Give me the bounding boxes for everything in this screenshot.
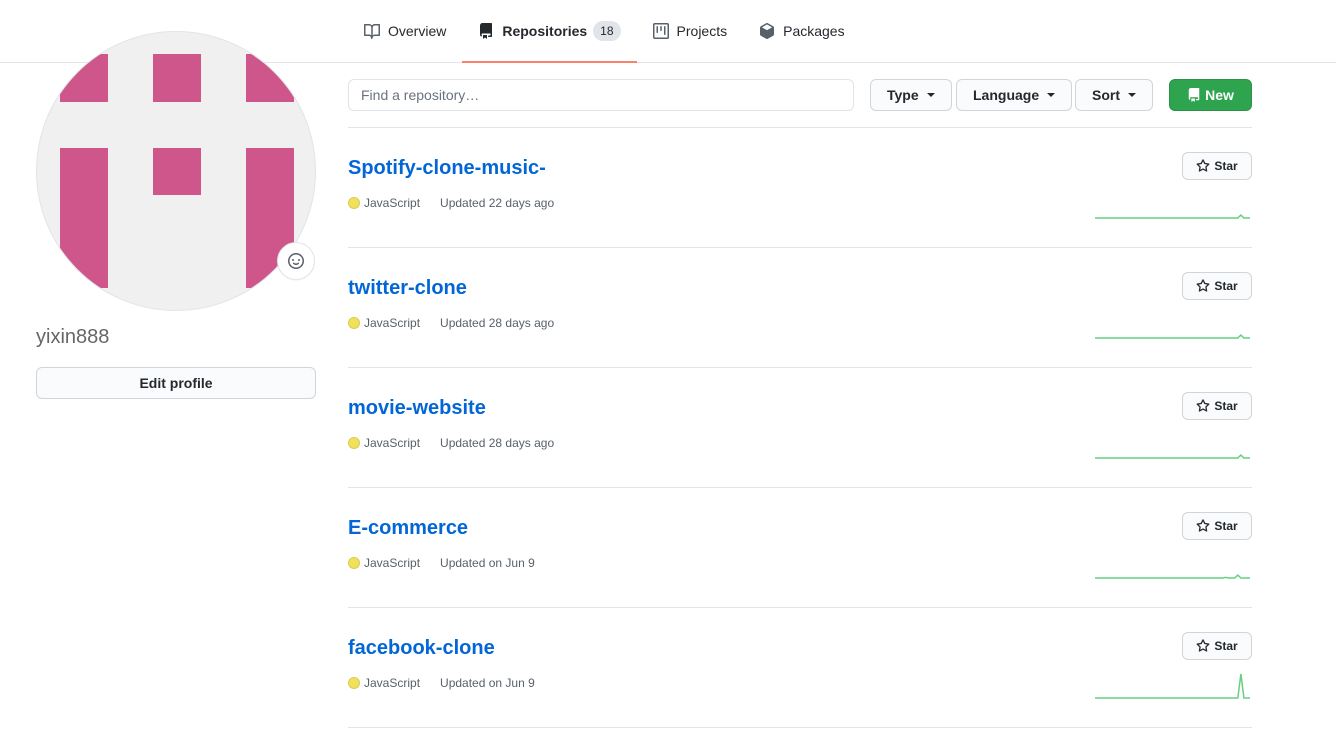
- repository-updated: Updated on Jun 9: [440, 556, 535, 570]
- tab-repositories-label: Repositories: [502, 23, 588, 39]
- find-repository-input[interactable]: [348, 79, 854, 111]
- language-color-dot: [348, 197, 360, 209]
- type-filter-label: Type: [887, 87, 919, 103]
- repository-name-link[interactable]: Spotify-clone-music-: [348, 157, 546, 180]
- repository-name-link[interactable]: movie-website: [348, 397, 486, 420]
- sparkline-path: [1095, 573, 1250, 579]
- repository-filter-bar: Type Language Sort New: [348, 79, 1252, 111]
- sparkline-path: [1095, 213, 1250, 219]
- star-label: Star: [1214, 399, 1238, 413]
- list-item: Spotify-clone-music- JavaScript Updated …: [348, 128, 1252, 248]
- repository-language: JavaScript: [364, 436, 421, 450]
- profile-avatar-container: [36, 31, 316, 311]
- repository-meta: JavaScript Updated on Jun 9: [348, 556, 535, 570]
- repo-icon: [1188, 88, 1200, 102]
- activity-sparkline: [1095, 213, 1250, 219]
- star-label: Star: [1214, 279, 1238, 293]
- activity-sparkline: [1095, 333, 1250, 339]
- smiley-icon: [288, 253, 304, 269]
- project-icon: [652, 23, 669, 39]
- sparkline-path: [1095, 673, 1250, 699]
- star-label: Star: [1214, 159, 1238, 173]
- tab-projects[interactable]: Projects: [637, 0, 744, 62]
- edit-profile-button[interactable]: Edit profile: [36, 367, 316, 399]
- tab-list: Overview Repositories 18 Projects Packag…: [348, 0, 861, 63]
- activity-sparkline: [1095, 673, 1250, 699]
- star-label: Star: [1214, 639, 1238, 653]
- identicon-block: [153, 148, 201, 195]
- repository-name-link[interactable]: facebook-clone: [348, 637, 495, 660]
- repository-updated: Updated 28 days ago: [440, 316, 555, 330]
- list-item: twitter-clone JavaScript Updated 28 days…: [348, 248, 1252, 368]
- star-button[interactable]: Star: [1182, 632, 1252, 660]
- identicon-block: [60, 148, 108, 288]
- star-button[interactable]: Star: [1182, 512, 1252, 540]
- tab-projects-label: Projects: [676, 23, 728, 39]
- star-icon: [1196, 639, 1210, 652]
- caret-down-icon: [1047, 93, 1056, 97]
- list-item: E-commerce JavaScript Updated on Jun 9 S…: [348, 488, 1252, 608]
- repository-count-badge: 18: [593, 21, 621, 41]
- language-color-dot: [348, 437, 360, 449]
- list-item: movie-website JavaScript Updated 28 days…: [348, 368, 1252, 488]
- repository-meta: JavaScript Updated 22 days ago: [348, 196, 554, 210]
- new-repository-button[interactable]: New: [1169, 79, 1252, 111]
- list-item: facebook-clone JavaScript Updated on Jun…: [348, 608, 1252, 728]
- book-icon: [364, 23, 380, 39]
- activity-sparkline: [1095, 453, 1250, 459]
- star-icon: [1196, 399, 1210, 412]
- tab-repositories[interactable]: Repositories 18: [462, 0, 637, 63]
- star-button[interactable]: Star: [1182, 392, 1252, 420]
- repository-list: Spotify-clone-music- JavaScript Updated …: [348, 127, 1252, 728]
- activity-sparkline: [1095, 573, 1250, 579]
- package-icon: [760, 23, 775, 39]
- star-label: Star: [1214, 519, 1238, 533]
- new-button-label: New: [1205, 87, 1234, 103]
- star-button[interactable]: Star: [1182, 152, 1252, 180]
- language-filter-label: Language: [973, 87, 1040, 103]
- language-filter-dropdown[interactable]: Language: [956, 79, 1073, 111]
- type-filter-dropdown[interactable]: Type: [870, 79, 952, 111]
- star-icon: [1196, 519, 1210, 532]
- identicon-block: [153, 54, 201, 102]
- repository-updated: Updated 22 days ago: [440, 196, 555, 210]
- repository-language: JavaScript: [364, 196, 421, 210]
- repo-icon: [480, 23, 493, 39]
- sparkline-path: [1095, 453, 1250, 459]
- repository-meta: JavaScript Updated 28 days ago: [348, 316, 554, 330]
- repository-updated: Updated 28 days ago: [440, 436, 555, 450]
- tab-packages-label: Packages: [783, 23, 845, 39]
- caret-down-icon: [1128, 93, 1136, 97]
- repository-meta: JavaScript Updated 28 days ago: [348, 436, 554, 450]
- tab-overview-label: Overview: [388, 23, 447, 39]
- language-color-dot: [348, 317, 360, 329]
- repository-language: JavaScript: [364, 676, 421, 690]
- identicon-block: [246, 54, 294, 102]
- repository-name-link[interactable]: twitter-clone: [348, 277, 467, 300]
- repository-updated: Updated on Jun 9: [440, 676, 535, 690]
- avatar[interactable]: [36, 31, 316, 311]
- language-color-dot: [348, 677, 360, 689]
- repository-language: JavaScript: [364, 556, 421, 570]
- star-button[interactable]: Star: [1182, 272, 1252, 300]
- language-color-dot: [348, 557, 360, 569]
- tab-packages[interactable]: Packages: [743, 0, 860, 62]
- sort-label: Sort: [1092, 87, 1120, 103]
- repository-language: JavaScript: [364, 316, 421, 330]
- sparkline-path: [1095, 333, 1250, 339]
- tab-overview[interactable]: Overview: [348, 0, 462, 62]
- identicon-block: [60, 54, 108, 102]
- repository-name-link[interactable]: E-commerce: [348, 517, 468, 540]
- profile-username: yixin888: [36, 326, 110, 348]
- repository-meta: JavaScript Updated on Jun 9: [348, 676, 535, 690]
- star-icon: [1196, 279, 1210, 292]
- star-icon: [1196, 159, 1210, 172]
- caret-down-icon: [926, 93, 935, 97]
- set-status-button[interactable]: [277, 242, 315, 280]
- sort-dropdown[interactable]: Sort: [1075, 79, 1153, 111]
